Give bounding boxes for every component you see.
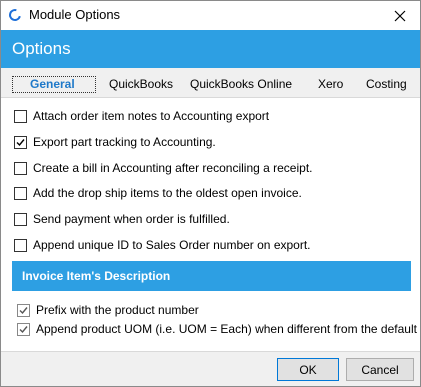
append-unique-id-checkbox[interactable] [14,238,27,252]
option-send-payment[interactable]: Send payment when order is fulfilled. [14,211,230,227]
option-label: Add the drop ship items to the oldest op… [33,186,302,200]
ok-button[interactable]: OK [277,358,339,381]
checkmark-icon [19,306,28,314]
drop-ship-checkbox[interactable] [14,186,27,200]
page-title: Options [12,39,71,58]
attach-notes-checkbox[interactable] [14,109,27,123]
close-icon [394,10,406,21]
dialog-footer: OK Cancel [1,351,420,386]
tab-quickbooks-online[interactable]: QuickBooks Online [190,77,292,91]
option-label: Append product UOM (i.e. UOM = Each) whe… [36,322,417,336]
option-prefix-product-number[interactable]: Prefix with the product number [17,302,199,318]
option-label: Export part tracking to Accounting. [33,135,216,149]
option-label: Append unique ID to Sales Order number o… [33,238,311,252]
module-options-dialog: Module Options Options General QuickBook… [0,0,421,387]
general-panel: Attach order item notes to Accounting ex… [1,98,420,351]
checkmark-icon [16,138,25,146]
tab-focus-ring [12,76,96,93]
send-payment-checkbox[interactable] [14,212,27,226]
tab-quickbooks[interactable]: QuickBooks [109,77,173,91]
header-band: Options [1,30,420,68]
option-append-uom[interactable]: Append product UOM (i.e. UOM = Each) whe… [17,321,417,337]
invoice-description-header: Invoice Item's Description [12,261,411,291]
create-bill-checkbox[interactable] [14,161,27,175]
app-logo-icon [6,6,24,24]
option-label: Attach order item notes to Accounting ex… [33,109,270,123]
cancel-button[interactable]: Cancel [346,358,414,381]
window-title: Module Options [29,7,121,22]
option-label: Send payment when order is fulfilled. [33,212,230,226]
export-part-tracking-checkbox[interactable] [14,135,27,149]
section-title: Invoice Item's Description [22,269,171,283]
checkmark-icon [19,325,28,333]
option-drop-ship[interactable]: Add the drop ship items to the oldest op… [14,185,302,201]
option-attach-notes[interactable]: Attach order item notes to Accounting ex… [14,108,269,124]
option-label: Prefix with the product number [36,303,199,317]
option-append-unique-id[interactable]: Append unique ID to Sales Order number o… [14,237,311,253]
title-bar: Module Options [1,1,420,30]
close-button[interactable] [380,1,420,30]
append-uom-checkbox[interactable] [17,322,30,336]
option-create-bill[interactable]: Create a bill in Accounting after reconc… [14,160,313,176]
option-label: Create a bill in Accounting after reconc… [33,161,313,175]
tab-xero[interactable]: Xero [318,77,343,91]
prefix-product-number-checkbox[interactable] [17,303,30,317]
tab-costing[interactable]: Costing [366,77,407,91]
option-export-part-tracking[interactable]: Export part tracking to Accounting. [14,134,216,150]
